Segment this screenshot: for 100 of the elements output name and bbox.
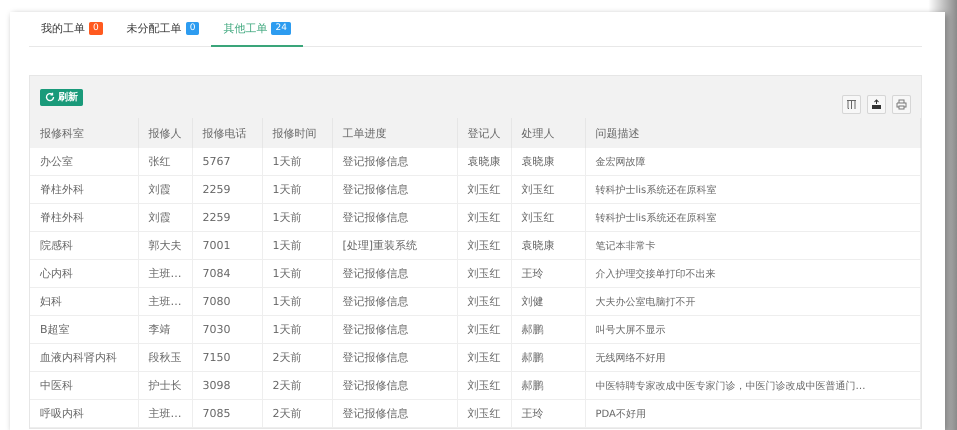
table-cell: 王玲 (511, 260, 585, 288)
table-cell: 1天前 (262, 316, 332, 344)
column-header[interactable]: 报修时间 (262, 118, 332, 148)
column-header[interactable]: 登记人 (457, 118, 511, 148)
columns-button[interactable] (842, 94, 861, 114)
table-cell: 段秋玉 (138, 344, 192, 372)
table-cell: 主班… (138, 260, 192, 288)
table-cell: 金宏网故障 (585, 148, 920, 176)
column-header[interactable]: 问题描述 (585, 118, 920, 148)
table-cell: B超室 (30, 316, 138, 344)
table-cell: 心内科 (30, 260, 138, 288)
table-cell: 登记报修信息 (332, 148, 457, 176)
tab[interactable]: 其他工单 24 (211, 12, 303, 47)
refresh-icon (45, 92, 55, 102)
table-cell: 登记报修信息 (332, 372, 457, 400)
table-cell: 王玲 (511, 400, 585, 428)
table-cell: [处理]重装系统 (332, 232, 457, 260)
table-cell: 登记报修信息 (332, 400, 457, 428)
table-cell: 脊柱外科 (30, 204, 138, 232)
print-icon (896, 98, 907, 110)
table-cell: 血液内科肾内科 (30, 344, 138, 372)
table-cell: 刘玉红 (457, 176, 511, 204)
table-cell: 7085 (192, 400, 262, 428)
table-cell: 脊柱外科 (30, 176, 138, 204)
table-cell: 郝鹏 (511, 372, 585, 400)
table-cell: 7084 (192, 260, 262, 288)
table-cell: 刘玉红 (457, 400, 511, 428)
table-cell: 5767 (192, 148, 262, 176)
table-cell: 刘霞 (138, 204, 192, 232)
table-cell: 袁晓康 (511, 148, 585, 176)
table-cell: 护士长 (138, 372, 192, 400)
table-cell: 1天前 (262, 260, 332, 288)
table-cell: 主班… (138, 400, 192, 428)
table-cell: 呼吸内科 (30, 400, 138, 428)
count-badge: 24 (271, 22, 291, 35)
table-cell: 办公室 (30, 148, 138, 176)
table-cell: 介入护理交接单打印不出来 (585, 260, 920, 288)
table-cell: 刘玉红 (457, 344, 511, 372)
table-cell: 7080 (192, 288, 262, 316)
table-cell: 中医特聘专家改成中医专家门诊，中医门诊改成中医普通门… (585, 372, 920, 400)
table-cell: 转科护士lis系统还在原科室 (585, 204, 920, 232)
table-cell: 7030 (192, 316, 262, 344)
table-cell: 大夫办公室电脑打不开 (585, 288, 920, 316)
table-cell: 登记报修信息 (332, 288, 457, 316)
table-cell: 妇科 (30, 288, 138, 316)
table-cell: 袁晓康 (511, 232, 585, 260)
table-cell: 1天前 (262, 232, 332, 260)
table-cell: PDA不好用 (585, 400, 920, 428)
table-cell: 2天前 (262, 372, 332, 400)
table-cell: 刘玉红 (457, 260, 511, 288)
table-cell: 郝鹏 (511, 344, 585, 372)
table-cell: 1天前 (262, 204, 332, 232)
table-cell: 2259 (192, 176, 262, 204)
table-cell: 刘玉红 (457, 204, 511, 232)
table-cell: 郭大夫 (138, 232, 192, 260)
table-cell: 登记报修信息 (332, 316, 457, 344)
column-header[interactable]: 报修科室 (30, 118, 138, 148)
column-header[interactable]: 报修人 (138, 118, 192, 148)
table-cell: 登记报修信息 (332, 176, 457, 204)
tab[interactable]: 未分配工单 0 (114, 12, 212, 47)
table-cell: 刘霞 (138, 176, 192, 204)
table-cell: 叫号大屏不显示 (585, 316, 920, 344)
refresh-button[interactable]: 刷新 (40, 88, 83, 106)
count-badge: 0 (186, 22, 200, 35)
table-cell: 7001 (192, 232, 262, 260)
table-cell: 转科护士lis系统还在原科室 (585, 176, 920, 204)
tab-label: 其他工单 (223, 21, 268, 36)
table-cell: 刘玉红 (457, 316, 511, 344)
column-header[interactable]: 报修电话 (192, 118, 262, 148)
table-cell: 登记报修信息 (332, 344, 457, 372)
table-cell: 1天前 (262, 288, 332, 316)
table-cell: 刘健 (511, 288, 585, 316)
count-badge: 0 (89, 22, 103, 35)
table-cell: 登记报修信息 (332, 204, 457, 232)
column-header[interactable]: 处理人 (511, 118, 585, 148)
print-button[interactable] (892, 94, 911, 114)
columns-icon (846, 98, 857, 110)
table-cell: 3098 (192, 372, 262, 400)
table-cell: 郝鹏 (511, 316, 585, 344)
table-cell: 袁晓康 (457, 148, 511, 176)
export-button[interactable] (867, 94, 886, 114)
table-cell: 7150 (192, 344, 262, 372)
table-cell: 李靖 (138, 316, 192, 344)
column-header[interactable]: 工单进度 (332, 118, 457, 148)
table-cell: 刘玉红 (511, 176, 585, 204)
table-cell: 刘玉红 (457, 288, 511, 316)
table-cell: 刘玉红 (511, 204, 585, 232)
table-cell: 院感科 (30, 232, 138, 260)
tab-label: 未分配工单 (126, 21, 182, 36)
table-cell: 1天前 (262, 176, 332, 204)
table-cell: 主班… (138, 288, 192, 316)
tab-label: 我的工单 (41, 21, 85, 36)
tab[interactable]: 我的工单 0 (29, 12, 115, 47)
table-cell: 刘玉红 (457, 232, 511, 260)
table-cell: 刘玉红 (457, 372, 511, 400)
table-cell: 中医科 (30, 372, 138, 400)
table-cell: 笔记本非常卡 (585, 232, 920, 260)
table-cell: 无线网络不好用 (585, 344, 920, 372)
table-cell: 张红 (138, 148, 192, 176)
table-cell: 2天前 (262, 344, 332, 372)
